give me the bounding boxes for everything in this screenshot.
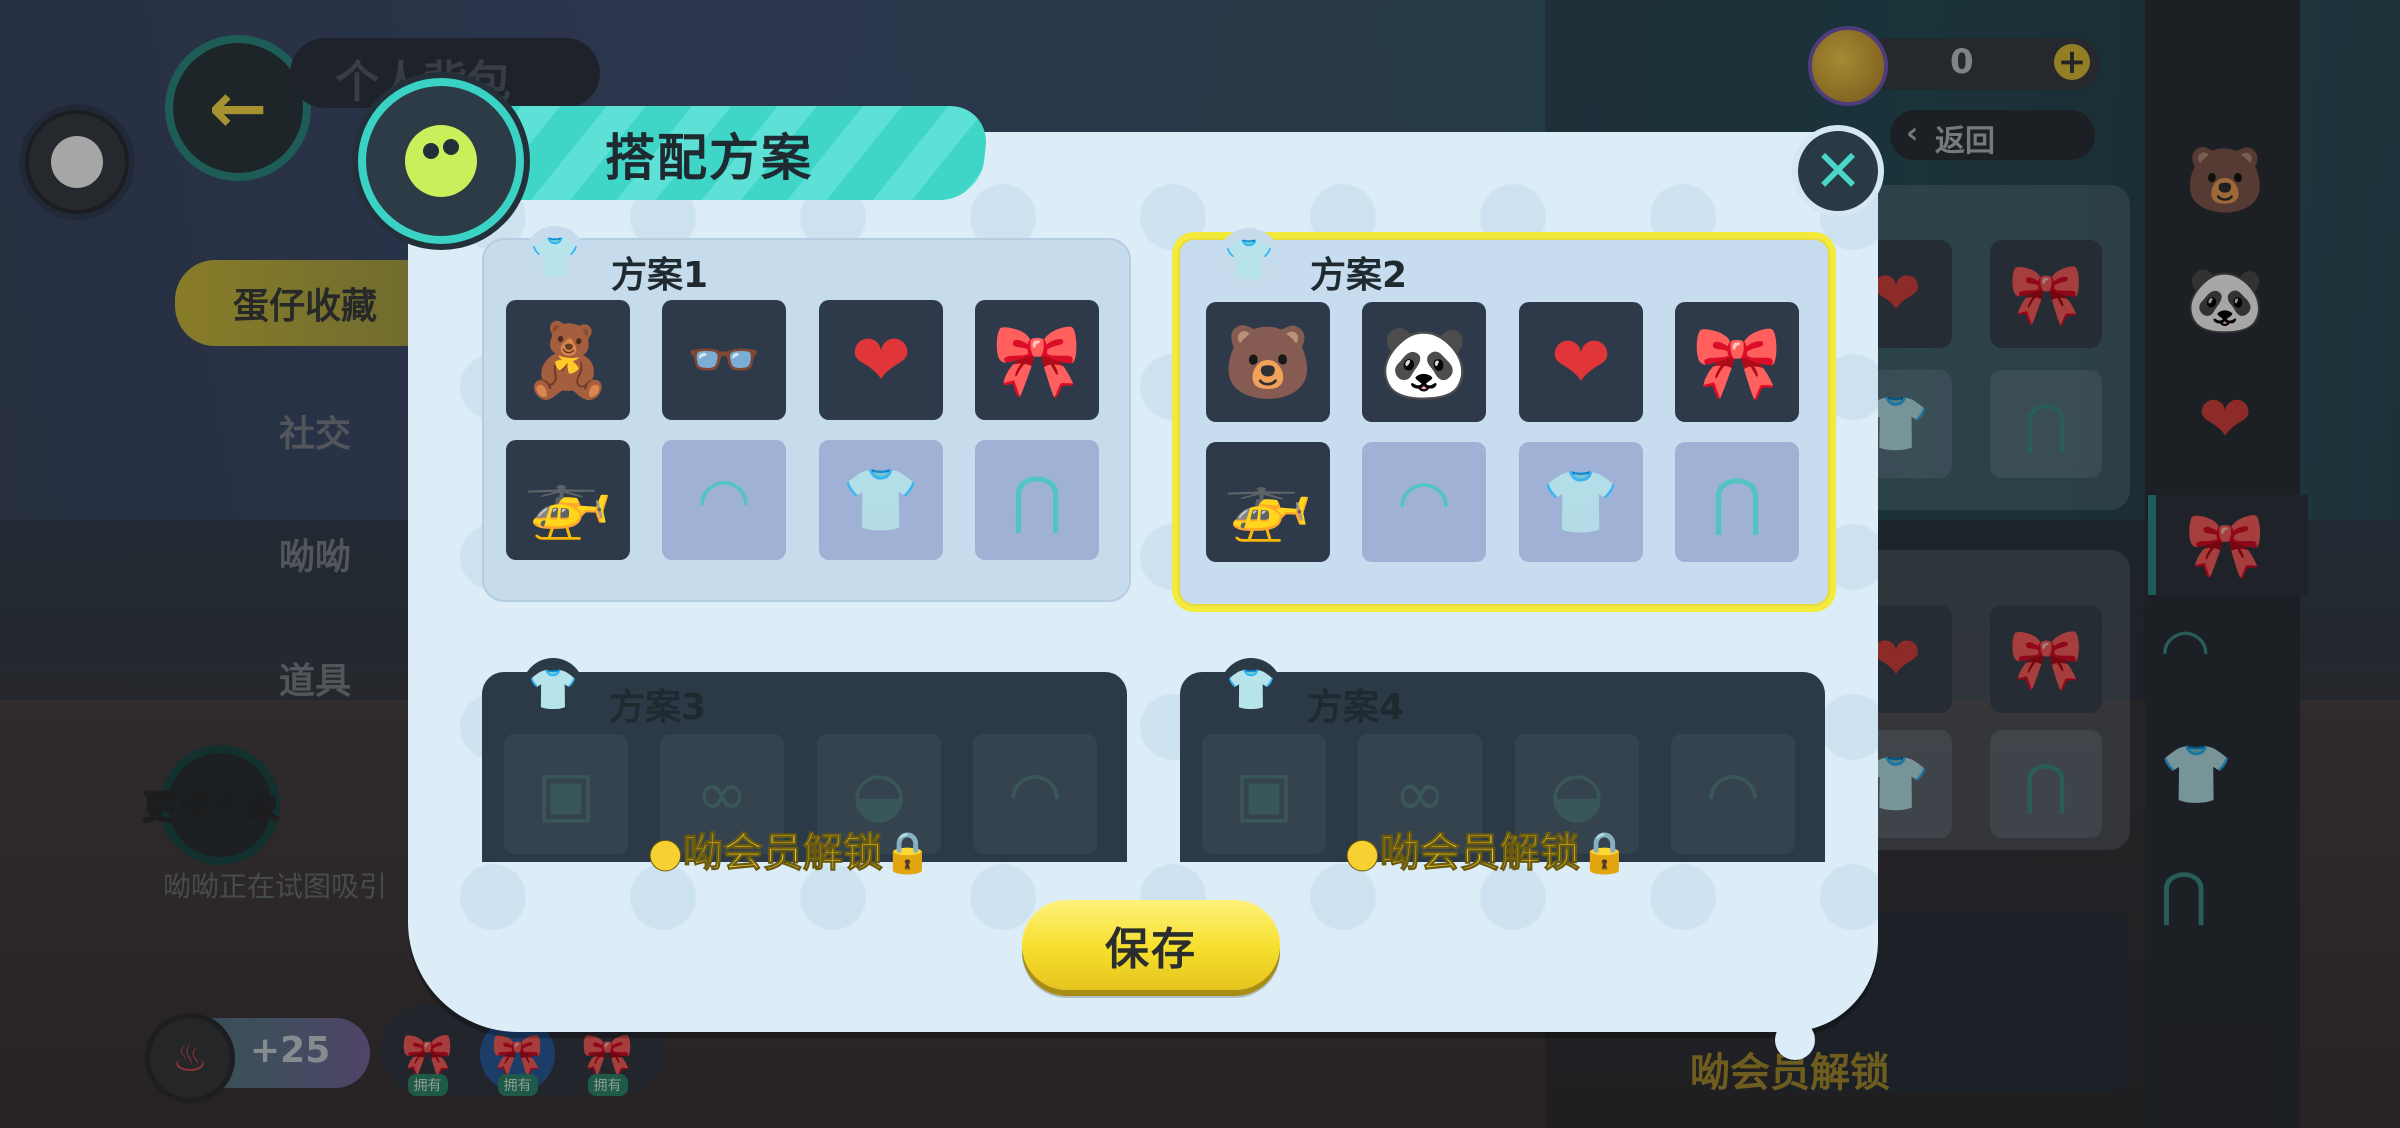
locked-slot: ▣ [1202,734,1326,854]
plan-3-lock-label[interactable]: ●呦会员解锁🔒 [648,820,934,878]
butterfly-bow-icon: 🎀 [1692,320,1782,404]
plan-card-2[interactable]: 👕 方案2 🐻 🐼 ❤ 🎀 🚁 ◠ 👕 ⋂ [1172,228,1836,612]
shirt-tab: 👕 [1218,228,1280,290]
mask-outline-icon: ◒ [851,757,907,830]
egg-face-icon [358,78,524,244]
hat-outline-icon: ◠ [1396,465,1452,538]
slot-empty-pants[interactable]: ⋂ [1675,442,1799,562]
slot-hearts[interactable]: ❤ [1519,302,1643,422]
dialog-title: 搭配方案 [605,129,813,187]
panda-icon: 🐼 [1379,320,1469,404]
close-icon: ✕ [1813,137,1863,205]
plan-card-1[interactable]: 👕 方案1 🧸 👓 ❤ 🎀 🚁 ◠ 👕 ⋂ [482,226,1131,602]
dialog-bubble-tail [1775,1020,1815,1060]
shirt-tab: 👕 [1220,658,1282,720]
shirt-outline-icon: 👕 [842,463,920,536]
plan-4-lock-label[interactable]: ●呦会员解锁🔒 [1345,820,1631,878]
lock-label-text: 呦会员解锁 [1379,830,1580,877]
slot-empty-top[interactable]: 👕 [819,440,943,560]
lock-label-text: 呦会员解锁 [682,830,883,877]
pink-bear-icon: 🐻 [1223,320,1313,404]
save-button-label: 保存 [1105,924,1197,975]
plan-name: 方案1 [611,255,709,296]
glasses-outline-icon: ∞ [1394,757,1446,830]
slot-empty-pants[interactable]: ⋂ [975,440,1099,560]
slot-propeller-backpack[interactable]: 🚁 [506,440,630,560]
shirt-icon: 👕 [1224,236,1274,283]
slot-butterfly-bow[interactable]: 🎀 [975,300,1099,420]
slot-propeller-backpack[interactable]: 🚁 [1206,442,1330,562]
bear-icon: 🧸 [523,318,613,402]
pants-outline-icon: ⋂ [1011,463,1063,536]
plan-name: 方案2 [1310,255,1408,296]
slot-empty-hat[interactable]: ◠ [662,440,786,560]
hat-outline-icon: ◠ [1007,757,1063,830]
butterfly-bow-icon: 🎀 [992,318,1082,402]
pants-outline-icon: ⋂ [1711,465,1763,538]
slot-hearts[interactable]: ❤ [819,300,943,420]
propeller-backpack-icon: 🚁 [523,458,613,542]
slot-pink-bear-costume[interactable]: 🐻 [1206,302,1330,422]
slot-butterfly-bow[interactable]: 🎀 [1675,302,1799,422]
bag-outline-icon: ▣ [1234,757,1294,830]
slot-glasses[interactable]: 👓 [662,300,786,420]
slot-bear-costume[interactable]: 🧸 [506,300,630,420]
egg-icon: ● [648,830,684,877]
shirt-tab: 👕 [522,658,584,720]
lock-icon: 🔒 [882,830,933,877]
slot-empty-hat[interactable]: ◠ [1362,442,1486,562]
slot-panda-face[interactable]: 🐼 [1362,302,1486,422]
shirt-tab: 👕 [524,226,586,288]
glasses-outline-icon: ∞ [696,757,748,830]
shirt-icon: 👕 [528,666,578,713]
egg-icon: ● [1345,830,1381,877]
hearts-icon: ❤ [850,318,912,402]
hearts-icon: ❤ [1550,320,1612,404]
locked-slot: ◠ [1671,734,1795,854]
shirt-outline-icon: 👕 [1542,465,1620,538]
mask-outline-icon: ◒ [1549,757,1605,830]
plan-name: 方案3 [609,687,707,728]
locked-slot: ◠ [973,734,1097,854]
save-button[interactable]: 保存 [1022,900,1280,990]
slot-empty-top[interactable]: 👕 [1519,442,1643,562]
hat-outline-icon: ◠ [696,463,752,536]
close-button[interactable]: ✕ [1792,125,1884,217]
bag-outline-icon: ▣ [536,757,596,830]
glasses-icon: 👓 [686,325,762,395]
shirt-icon: 👕 [1226,666,1276,713]
locked-slot: ▣ [504,734,628,854]
hat-outline-icon: ◠ [1705,757,1761,830]
shirt-icon: 👕 [530,234,580,281]
plan-name: 方案4 [1307,687,1405,728]
lock-icon: 🔒 [1579,830,1630,877]
propeller-backpack-icon: 🚁 [1223,460,1313,544]
